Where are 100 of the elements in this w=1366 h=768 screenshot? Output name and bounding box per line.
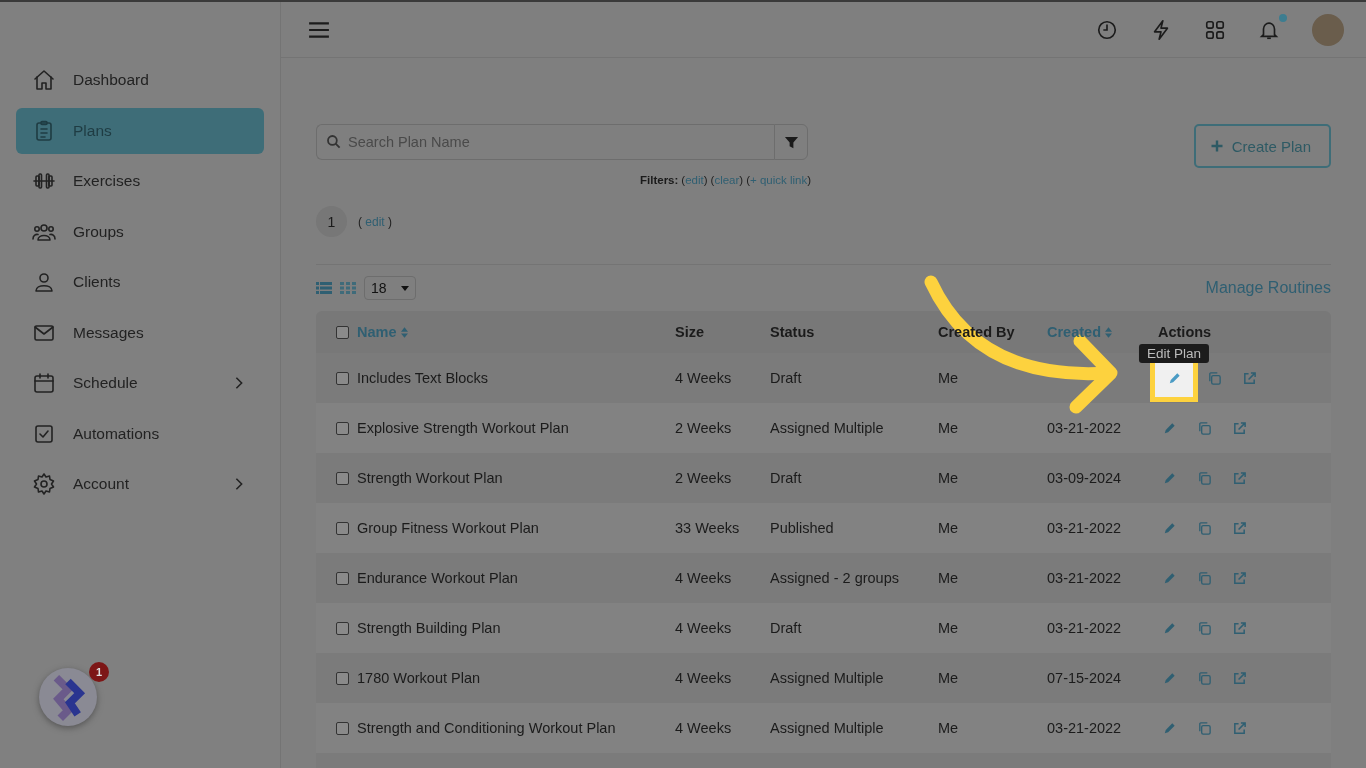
row-checkbox[interactable] <box>336 421 349 435</box>
row-checkbox[interactable] <box>336 371 349 385</box>
external-link-icon <box>1231 420 1247 436</box>
table-cell-text: Me <box>938 620 960 636</box>
table-cell-text: Draft <box>770 470 803 486</box>
list-view-icon[interactable] <box>316 281 332 295</box>
copy-icon <box>1206 370 1222 386</box>
plan-name[interactable]: Explosive Strength Workout Plan <box>357 420 675 436</box>
plan-name[interactable]: Strength and Conditioning Workout Plan <box>357 720 675 736</box>
caret-down-icon <box>400 285 409 291</box>
home-icon <box>32 68 56 92</box>
external-link-icon <box>1231 520 1247 536</box>
row-checkbox[interactable] <box>336 621 349 635</box>
table-cell-text: 2 Weeks <box>675 470 733 486</box>
avatar[interactable] <box>1312 13 1344 46</box>
calendar-icon <box>32 371 56 395</box>
table-cell-text: 4 Weeks <box>675 670 733 686</box>
apps-grid-icon[interactable] <box>1204 18 1226 41</box>
plan-name[interactable]: Strength Workout Plan <box>357 470 675 486</box>
filter-link[interactable]: (clear) <box>710 174 744 186</box>
external-link-icon <box>1231 720 1247 736</box>
page-number[interactable]: 1 <box>316 206 347 237</box>
external-link-icon <box>1231 570 1247 586</box>
plan-name[interactable]: Includes Text Blocks <box>357 370 675 386</box>
table-cell: 03-21-2022 <box>1047 720 1122 736</box>
filter-link[interactable]: (+ quick link) <box>746 174 812 186</box>
gear-icon <box>32 472 56 496</box>
table-cell: 07-15-2024 <box>1047 670 1122 686</box>
table-cell-text: 2 Weeks <box>675 420 733 436</box>
row-checkbox[interactable] <box>336 521 349 535</box>
table-cell-text: Assigned Multiple <box>770 720 885 736</box>
row-checkbox[interactable] <box>336 471 349 485</box>
sidebar-item[interactable]: Automations <box>16 410 264 457</box>
copy-icon <box>1196 570 1212 586</box>
row-checkbox[interactable] <box>336 721 349 735</box>
sidebar-item[interactable]: Clients <box>16 259 264 305</box>
filter-link[interactable]: (edit) <box>681 174 708 186</box>
sort-icon <box>1105 326 1112 338</box>
table-cell-text: Draft <box>770 620 803 636</box>
copy-icon <box>1196 720 1212 736</box>
plan-name[interactable]: Strength Building Plan <box>357 620 675 636</box>
table-cell-text: Me <box>938 520 960 536</box>
launcher-button[interactable] <box>39 668 97 726</box>
filter-icon <box>783 134 799 150</box>
table-cell-text: Published <box>770 520 835 536</box>
external-link-icon <box>1241 370 1257 386</box>
grid-view-icon[interactable] <box>340 281 356 295</box>
table-cell-text: Assigned - 2 groups <box>770 570 900 586</box>
sidebar-item[interactable]: Dashboard <box>16 57 264 103</box>
select-all-checkbox[interactable] <box>336 325 349 339</box>
plan-name[interactable]: 1780 Workout Plan <box>357 670 675 686</box>
sidebar-item[interactable]: Groups <box>16 208 264 255</box>
column-header: Status <box>770 324 815 340</box>
filter-button[interactable] <box>774 124 808 160</box>
copy-icon <box>1196 420 1212 436</box>
table-cell-text: Me <box>938 370 960 386</box>
external-link-icon <box>1231 670 1247 686</box>
table-cell-text: Me <box>938 570 960 586</box>
search-icon <box>326 134 342 150</box>
row-checkbox[interactable] <box>336 671 349 685</box>
person-icon <box>32 270 56 294</box>
copy-icon <box>1196 520 1212 536</box>
notification-badge: 1 <box>89 662 109 682</box>
table-cell: 03-21-2022 <box>1047 520 1122 536</box>
table-cell-text: Me <box>938 470 960 486</box>
table-cell-text: 33 Weeks <box>675 520 741 536</box>
table-cell: 03-21-2022 <box>1047 620 1122 636</box>
sort-icon <box>400 326 408 338</box>
sidebar-item[interactable]: Account <box>16 461 264 507</box>
copy-icon <box>1196 670 1212 686</box>
copy-icon <box>1196 470 1212 486</box>
sidebar-item[interactable]: Exercises <box>16 158 264 204</box>
table-cell: 03-21-2022 <box>1047 420 1122 436</box>
plan-name[interactable]: Endurance Workout Plan <box>357 570 675 586</box>
sidebar-item[interactable]: Schedule <box>16 360 264 406</box>
clock-icon[interactable] <box>1096 18 1118 41</box>
table-cell-text: 4 Weeks <box>675 370 733 386</box>
edit-link[interactable]: ( edit ) <box>358 214 392 229</box>
table-cell: 03-21-2022 <box>1047 570 1122 586</box>
table-cell-text: Me <box>938 720 960 736</box>
table-cell-text: Draft <box>770 370 803 386</box>
page-size-dropdown[interactable]: 18 <box>364 276 416 300</box>
table-cell-text: 4 Weeks <box>675 720 733 736</box>
plan-name[interactable]: Group Fitness Workout Plan <box>357 520 675 536</box>
external-link-icon <box>1231 470 1247 486</box>
external-link-icon <box>1231 620 1247 636</box>
plus-icon <box>1210 140 1223 152</box>
row-checkbox[interactable] <box>336 571 349 585</box>
filters-label: Filters: <box>640 174 679 186</box>
sidebar-item[interactable]: Messages <box>16 309 264 356</box>
table-cell-text: Assigned Multiple <box>770 670 885 686</box>
copy-icon <box>1196 620 1212 636</box>
table-cell: 03-09-2024 <box>1047 470 1122 486</box>
table-cell-text: Me <box>938 670 960 686</box>
table-cell-text: Assigned Multiple <box>770 420 885 436</box>
table-cell-text: Me <box>938 420 960 436</box>
table-cell-text: 4 Weeks <box>675 570 733 586</box>
column-header: Size <box>675 324 704 340</box>
column-header: Actions <box>1158 324 1212 340</box>
table-cell-text: 4 Weeks <box>675 620 733 636</box>
